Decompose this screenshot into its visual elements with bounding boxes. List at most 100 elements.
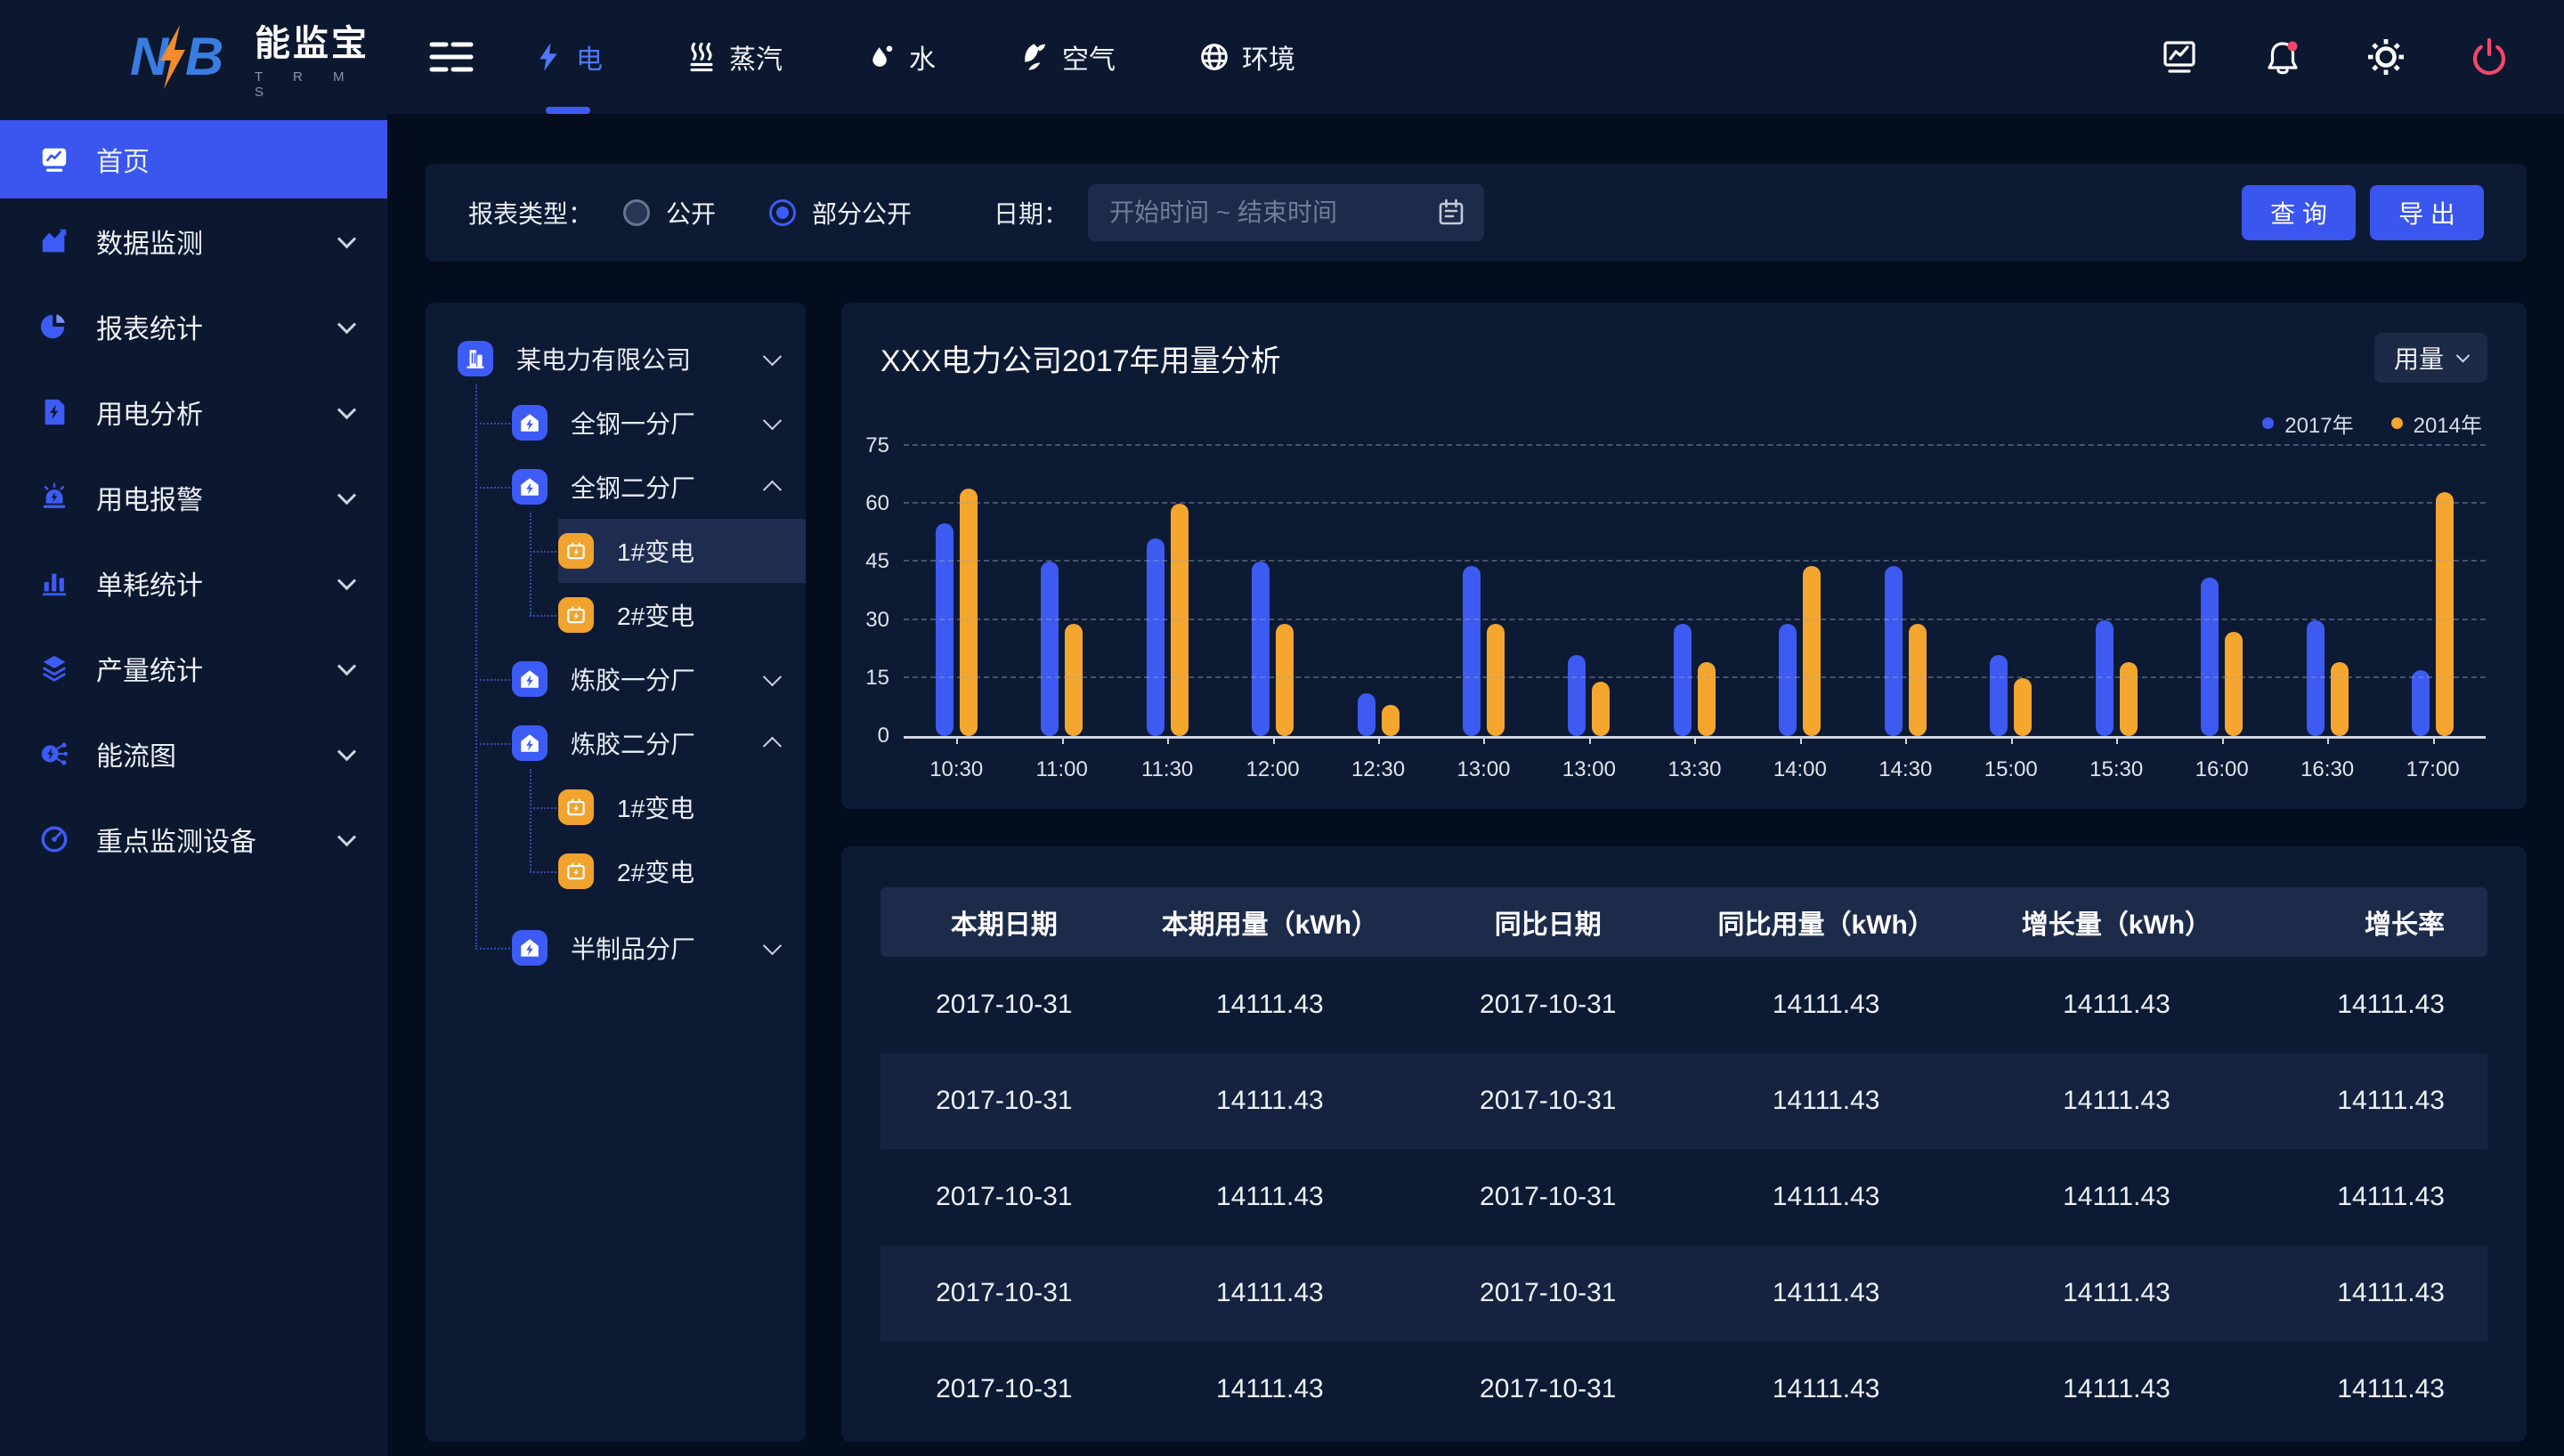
- table-cell: 2017-10-31: [880, 990, 1128, 1020]
- usage-table-card: 本期日期本期用量（kWh）同比日期同比用量（kWh）增长量（kWh）增长率 20…: [841, 846, 2527, 1442]
- table-cell: 14111.43: [1968, 1278, 2265, 1308]
- sidebar-item-产量统计[interactable]: 产量统计: [0, 626, 387, 711]
- home-monitor-icon: [39, 144, 69, 174]
- table-cell: 14111.43: [2265, 990, 2487, 1020]
- export-button[interactable]: 导 出: [2370, 185, 2484, 240]
- radio-circle[interactable]: [769, 199, 796, 226]
- date-range-input[interactable]: [1088, 184, 1484, 241]
- chevron-down-icon[interactable]: [337, 315, 356, 334]
- chevron-down-icon[interactable]: [763, 347, 782, 366]
- table-cell: 14111.43: [1684, 1278, 1968, 1308]
- tree-node-半制品分厂[interactable]: 半制品分厂: [512, 916, 806, 980]
- sidebar-item-数据监测[interactable]: 数据监测: [0, 198, 387, 284]
- bar-group-10:30: [936, 449, 978, 736]
- radio-label: 公开: [666, 195, 716, 231]
- legend-item-2014年[interactable]: 2014年: [2391, 408, 2482, 439]
- bar-group-16:30: [2307, 449, 2349, 736]
- collapse-menu-icon[interactable]: [428, 39, 475, 75]
- filter-buttons: 查 询 导 出: [2242, 185, 2484, 240]
- chevron-down-icon[interactable]: [763, 667, 782, 686]
- substation-icon: [558, 853, 594, 889]
- tree-node-label: 炼胶二分厂: [571, 725, 695, 761]
- sidebar-item-用电分析[interactable]: 用电分析: [0, 369, 387, 455]
- chevron-down-icon[interactable]: [337, 828, 356, 846]
- bar-2014年: [1065, 624, 1083, 736]
- y-axis-tick: 15: [865, 666, 889, 691]
- sidebar-item-能流图[interactable]: 能流图: [0, 711, 387, 797]
- table-cell: 2017-10-31: [880, 1278, 1128, 1308]
- radio-公开[interactable]: 公开: [623, 195, 716, 231]
- top-nav: 电蒸汽水空气 环境: [387, 0, 1379, 114]
- data-monitor-icon: [39, 226, 69, 256]
- tree-node-1#变电[interactable]: 1#变电: [558, 775, 806, 839]
- chevron-up-icon[interactable]: [763, 736, 782, 755]
- bar-2014年: [1592, 682, 1610, 736]
- date-range-field[interactable]: [1109, 198, 1436, 227]
- bar-2014年: [1909, 624, 1927, 736]
- tree-node-某电力有限公司[interactable]: 某电力有限公司: [458, 327, 806, 391]
- chevron-down-icon[interactable]: [337, 486, 356, 505]
- sidebar-item-label: 报表统计: [96, 307, 203, 346]
- bar-chart-plot: 10:3011:0011:3012:0012:3013:0013:0013:30…: [904, 449, 2486, 739]
- table-cell: 14111.43: [2265, 1278, 2487, 1308]
- bar-2017年: [2096, 620, 2114, 736]
- table-header-row: 本期日期本期用量（kWh）同比日期同比用量（kWh）增长量（kWh）增长率: [880, 887, 2487, 957]
- table-cell: 2017-10-31: [880, 1374, 1128, 1404]
- chevron-down-icon[interactable]: [763, 411, 782, 430]
- table-cell: 14111.43: [1968, 1182, 2265, 1212]
- tab-蒸汽[interactable]: 蒸汽: [686, 0, 783, 114]
- sidebar-item-单耗统计[interactable]: 单耗统计: [0, 540, 387, 626]
- table-cell: 2017-10-31: [1412, 1374, 1684, 1404]
- chevron-down-icon[interactable]: [337, 571, 356, 590]
- legend-item-2017年[interactable]: 2017年: [2262, 408, 2353, 439]
- chevron-up-icon[interactable]: [763, 480, 782, 498]
- tab-水[interactable]: 水: [866, 0, 936, 114]
- globe-icon: [1199, 42, 1229, 72]
- tree-node-全钢一分厂[interactable]: 全钢一分厂: [512, 391, 806, 455]
- bar-group-13:00: [1568, 449, 1610, 736]
- radio-部分公开[interactable]: 部分公开: [769, 195, 912, 231]
- x-axis-labels: 10:3011:0011:3012:0012:3013:0013:0013:30…: [904, 736, 2486, 782]
- sidebar-item-报表统计[interactable]: 报表统计: [0, 284, 387, 369]
- tree-node-2#变电[interactable]: 2#变电: [558, 583, 806, 647]
- tree-node-1#变电[interactable]: 1#变电: [558, 519, 806, 583]
- power-icon[interactable]: [2468, 36, 2511, 78]
- gridline: [904, 619, 2486, 620]
- sidebar-item-首页[interactable]: 首页: [0, 120, 387, 198]
- chevron-down-icon[interactable]: [337, 230, 356, 248]
- table-header-cell: 本期日期: [880, 902, 1128, 942]
- date-label: 日期：: [994, 195, 1068, 231]
- tab-环境[interactable]: 环境: [1199, 0, 1295, 114]
- chart-monitor-icon[interactable]: [2158, 36, 2201, 78]
- bar-group-12:30: [1358, 449, 1400, 736]
- chevron-down-icon[interactable]: [337, 400, 356, 419]
- tree-node-全钢二分厂[interactable]: 全钢二分厂: [512, 455, 806, 519]
- radio-circle[interactable]: [623, 199, 650, 226]
- tree-node-炼胶二分厂[interactable]: 炼胶二分厂: [512, 711, 806, 775]
- sidebar-item-用电报警[interactable]: 用电报警: [0, 455, 387, 540]
- chevron-down-icon[interactable]: [337, 742, 356, 761]
- y-axis-tick: 45: [865, 549, 889, 574]
- query-button[interactable]: 查 询: [2242, 185, 2356, 240]
- sidebar-item-重点监测设备[interactable]: 重点监测设备: [0, 797, 387, 882]
- chevron-down-icon[interactable]: [337, 657, 356, 675]
- factory-icon: [512, 469, 548, 505]
- chevron-down-icon[interactable]: [763, 936, 782, 955]
- tab-空气[interactable]: 空气: [1019, 0, 1116, 114]
- tree-node-label: 全钢一分厂: [571, 405, 695, 441]
- bar-group-13:30: [1674, 449, 1716, 736]
- factory-icon: [512, 661, 548, 697]
- metric-dropdown[interactable]: 用量: [2374, 333, 2487, 383]
- calendar-icon[interactable]: [1436, 198, 1466, 228]
- bell-icon[interactable]: [2261, 36, 2304, 78]
- tree-node-炼胶一分厂[interactable]: 炼胶一分厂: [512, 647, 806, 711]
- x-axis-label: 11:30: [1118, 736, 1216, 782]
- table-cell: 2017-10-31: [1412, 1086, 1684, 1116]
- gear-icon[interactable]: [2365, 36, 2407, 78]
- tree-connector: [530, 513, 531, 616]
- factory-icon: [512, 930, 548, 966]
- tab-电[interactable]: 电: [533, 0, 603, 114]
- pie-icon: [39, 311, 69, 342]
- tab-label: 环境: [1242, 37, 1295, 77]
- tree-node-2#变电[interactable]: 2#变电: [558, 839, 806, 903]
